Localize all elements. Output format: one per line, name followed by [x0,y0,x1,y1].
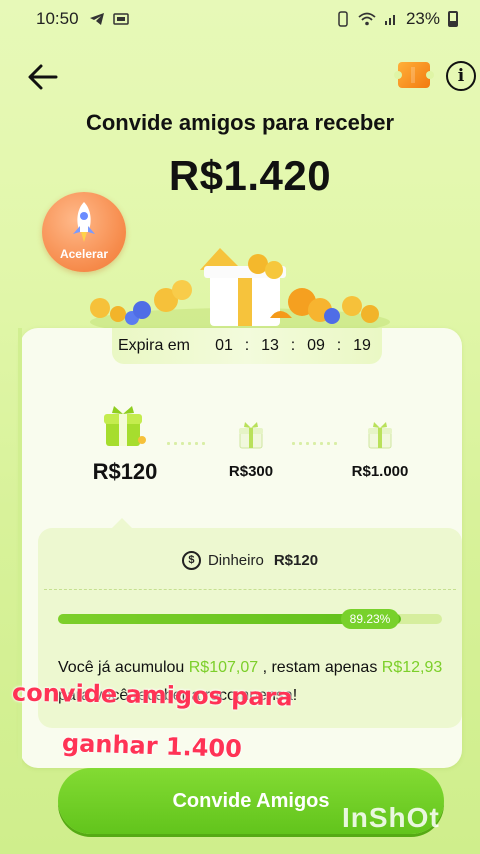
accumulated-amount: R$107,07 [188,659,259,676]
watermark: InShOt [342,802,440,833]
gift-box-icon [104,406,146,446]
vibrate-icon [338,11,348,27]
reward-label: Dinheiro [207,551,264,569]
info-icon[interactable]: i [446,61,476,91]
page-title: Convide amigos para receber [85,110,395,135]
dollar-coin-icon: $ [181,550,201,570]
rocket-icon [73,202,95,242]
signal-icon [384,15,395,25]
sim-card-icon [112,13,129,25]
tier-2-value: R$300 [228,463,274,480]
back-arrow-icon[interactable] [26,60,60,94]
tier-1-value: R$120 [92,459,158,484]
countdown-seconds: 19 [353,337,371,354]
battery-percent: 23% [405,9,440,28]
countdown-hours: 13 [261,337,279,354]
telegram-icon [89,13,104,25]
tier-3[interactable]: R$1.000 [335,420,425,480]
battery-icon [448,11,458,27]
reward-header: $ Dinheiro R$120 [38,540,462,580]
wifi-icon [358,12,376,26]
reward-value: R$120 [273,551,319,569]
gift-box-icon [239,422,263,449]
ticket-icon[interactable] [394,62,434,88]
tier-3-value: R$1.000 [351,463,409,480]
status-bar: 10:50 23% [0,0,480,38]
gift-box-icon [368,422,392,449]
tier-1[interactable]: R$120 [70,404,180,485]
progress-percent: 89.23% [341,609,399,629]
overlay-caption-1: convide amigos para [11,678,293,712]
expiry-label: Expira em [117,337,191,354]
expiry-countdown: Expira em 01 : 13 : 09 : 19 [112,328,382,364]
remaining-amount: R$12,93 [381,659,443,676]
status-time: 10:50 [36,9,79,28]
countdown-days: 01 [215,337,233,354]
countdown-minutes: 09 [307,337,325,354]
tier-2[interactable]: R$300 [206,420,296,480]
